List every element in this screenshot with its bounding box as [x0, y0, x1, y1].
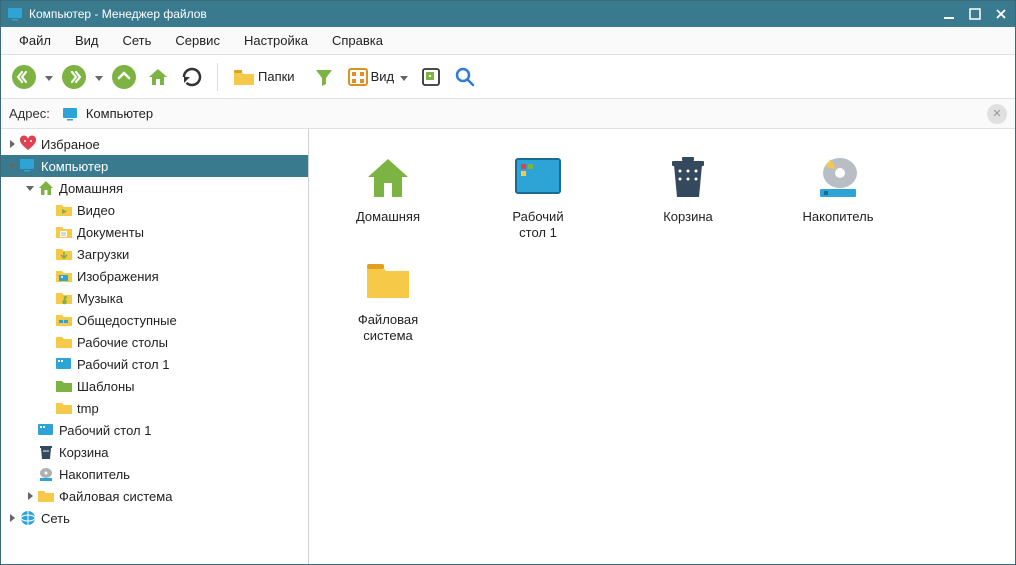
folder-documents-icon [55, 223, 73, 241]
home-button[interactable] [143, 62, 173, 92]
close-button[interactable] [993, 6, 1009, 22]
expander-icon[interactable] [5, 137, 19, 151]
menu-network[interactable]: Сеть [111, 29, 164, 52]
tree-home[interactable]: Домашняя [1, 177, 308, 199]
filter-button[interactable] [309, 62, 339, 92]
folder-video-icon [55, 201, 73, 219]
expander-icon[interactable] [23, 181, 37, 195]
forward-button[interactable] [59, 62, 89, 92]
desktop-icon [512, 151, 564, 203]
tree-desktop1b[interactable]: Рабочий стол 1 [1, 419, 308, 441]
folder-icon [37, 487, 55, 505]
item-filesystem[interactable]: Файловаясистема [333, 248, 443, 351]
address-label: Адрес: [9, 106, 50, 121]
menu-file[interactable]: Файл [7, 29, 63, 52]
item-home[interactable]: Домашняя [333, 145, 443, 248]
folder-downloads-icon [55, 245, 73, 263]
tree-favorites[interactable]: Избраное [1, 133, 308, 155]
app-icon [7, 6, 23, 22]
storage-icon [812, 151, 864, 203]
tree-downloads[interactable]: Загрузки [1, 243, 308, 265]
view-mode-dropdown[interactable]: Вид [343, 62, 413, 92]
trash-icon [37, 443, 55, 461]
expander-icon[interactable] [5, 159, 19, 173]
tree-video[interactable]: Видео [1, 199, 308, 221]
content-pane[interactable]: Домашняя Рабочийстол 1 Корзина Накопител… [309, 129, 1015, 564]
back-history-dropdown[interactable] [43, 62, 55, 92]
tree-public[interactable]: Общедоступные [1, 309, 308, 331]
folder-music-icon [55, 289, 73, 307]
network-icon [19, 509, 37, 527]
tree-desktop1[interactable]: Рабочий стол 1 [1, 353, 308, 375]
menubar: Файл Вид Сеть Сервис Настройка Справка [1, 27, 1015, 55]
tree-desktops[interactable]: Рабочие столы [1, 331, 308, 353]
address-clear-button[interactable]: ✕ [987, 104, 1007, 124]
tree-computer[interactable]: Компьютер [1, 155, 308, 177]
trash-icon [662, 151, 714, 203]
folder-icon [55, 399, 73, 417]
computer-icon [19, 157, 37, 175]
minimize-button[interactable] [941, 6, 957, 22]
sidebar-tree[interactable]: Избраное Компьютер Домашняя Видео Докуме [1, 129, 309, 564]
tree-documents[interactable]: Документы [1, 221, 308, 243]
folders-panel-toggle[interactable]: Папки [228, 62, 305, 92]
tree-music[interactable]: Музыка [1, 287, 308, 309]
desktop-icon [55, 355, 73, 373]
tree-filesystem[interactable]: Файловая система [1, 485, 308, 507]
item-desktop[interactable]: Рабочийстол 1 [483, 145, 593, 248]
item-storage[interactable]: Накопитель [783, 145, 893, 248]
back-button[interactable] [9, 62, 39, 92]
folder-pictures-icon [55, 267, 73, 285]
folder-icon [362, 254, 414, 306]
folder-icon [55, 333, 73, 351]
storage-icon [37, 465, 55, 483]
item-trash[interactable]: Корзина [633, 145, 743, 248]
tree-templates[interactable]: Шаблоны [1, 375, 308, 397]
search-button[interactable] [450, 62, 480, 92]
forward-history-dropdown[interactable] [93, 62, 105, 92]
tree-trash[interactable]: Корзина [1, 441, 308, 463]
titlebar: Компьютер - Менеджер файлов [1, 1, 1015, 27]
window-title: Компьютер - Менеджер файлов [29, 7, 941, 21]
folders-label: Папки [256, 69, 301, 84]
home-icon [362, 151, 414, 203]
tree-storage[interactable]: Накопитель [1, 463, 308, 485]
folder-public-icon [55, 311, 73, 329]
refresh-button[interactable] [177, 62, 207, 92]
address-bar: Адрес: Компьютер ✕ [1, 99, 1015, 129]
view-label: Вид [369, 69, 401, 84]
new-tab-button[interactable] [416, 62, 446, 92]
menu-settings[interactable]: Настройка [232, 29, 320, 52]
expander-icon[interactable] [5, 511, 19, 525]
home-icon [37, 179, 55, 197]
tree-network[interactable]: Сеть [1, 507, 308, 529]
maximize-button[interactable] [967, 6, 983, 22]
menu-help[interactable]: Справка [320, 29, 395, 52]
folder-templates-icon [55, 377, 73, 395]
menu-service[interactable]: Сервис [163, 29, 232, 52]
address-field[interactable]: Компьютер [58, 104, 979, 124]
heart-icon [19, 135, 37, 153]
up-button[interactable] [109, 62, 139, 92]
address-value: Компьютер [86, 106, 153, 121]
expander-icon[interactable] [23, 489, 37, 503]
tree-tmp[interactable]: tmp [1, 397, 308, 419]
desktop-icon [37, 421, 55, 439]
tree-pictures[interactable]: Изображения [1, 265, 308, 287]
menu-view[interactable]: Вид [63, 29, 111, 52]
toolbar: Папки Вид [1, 55, 1015, 99]
